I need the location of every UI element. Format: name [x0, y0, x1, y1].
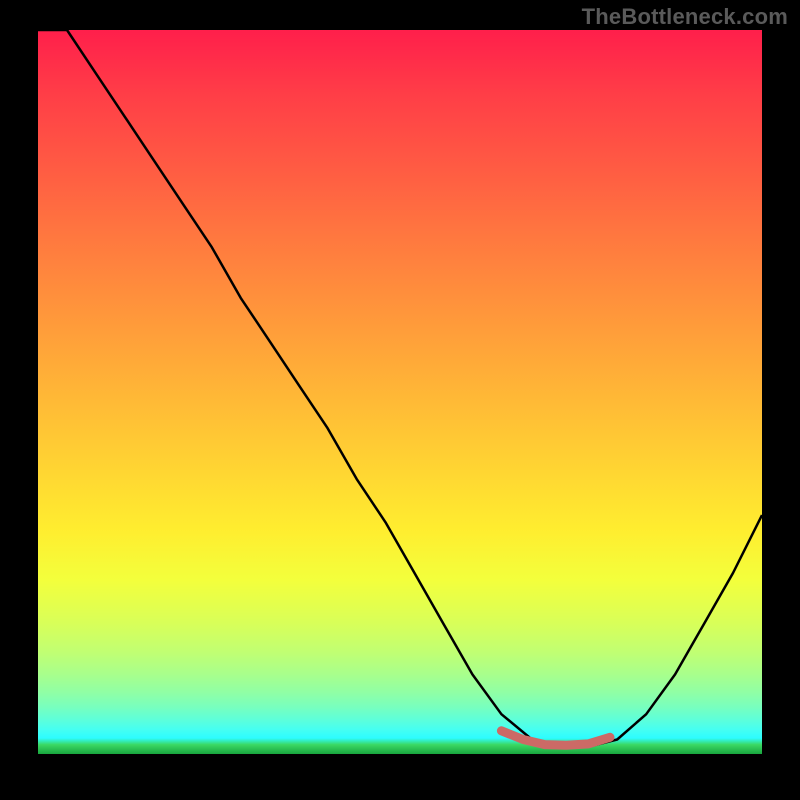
chart-frame: TheBottleneck.com	[0, 0, 800, 800]
optimal-range-path	[501, 731, 610, 746]
watermark-text: TheBottleneck.com	[582, 4, 788, 30]
plot-area	[38, 30, 762, 754]
bottleneck-curve-path	[38, 30, 762, 747]
curve-layer	[38, 30, 762, 754]
